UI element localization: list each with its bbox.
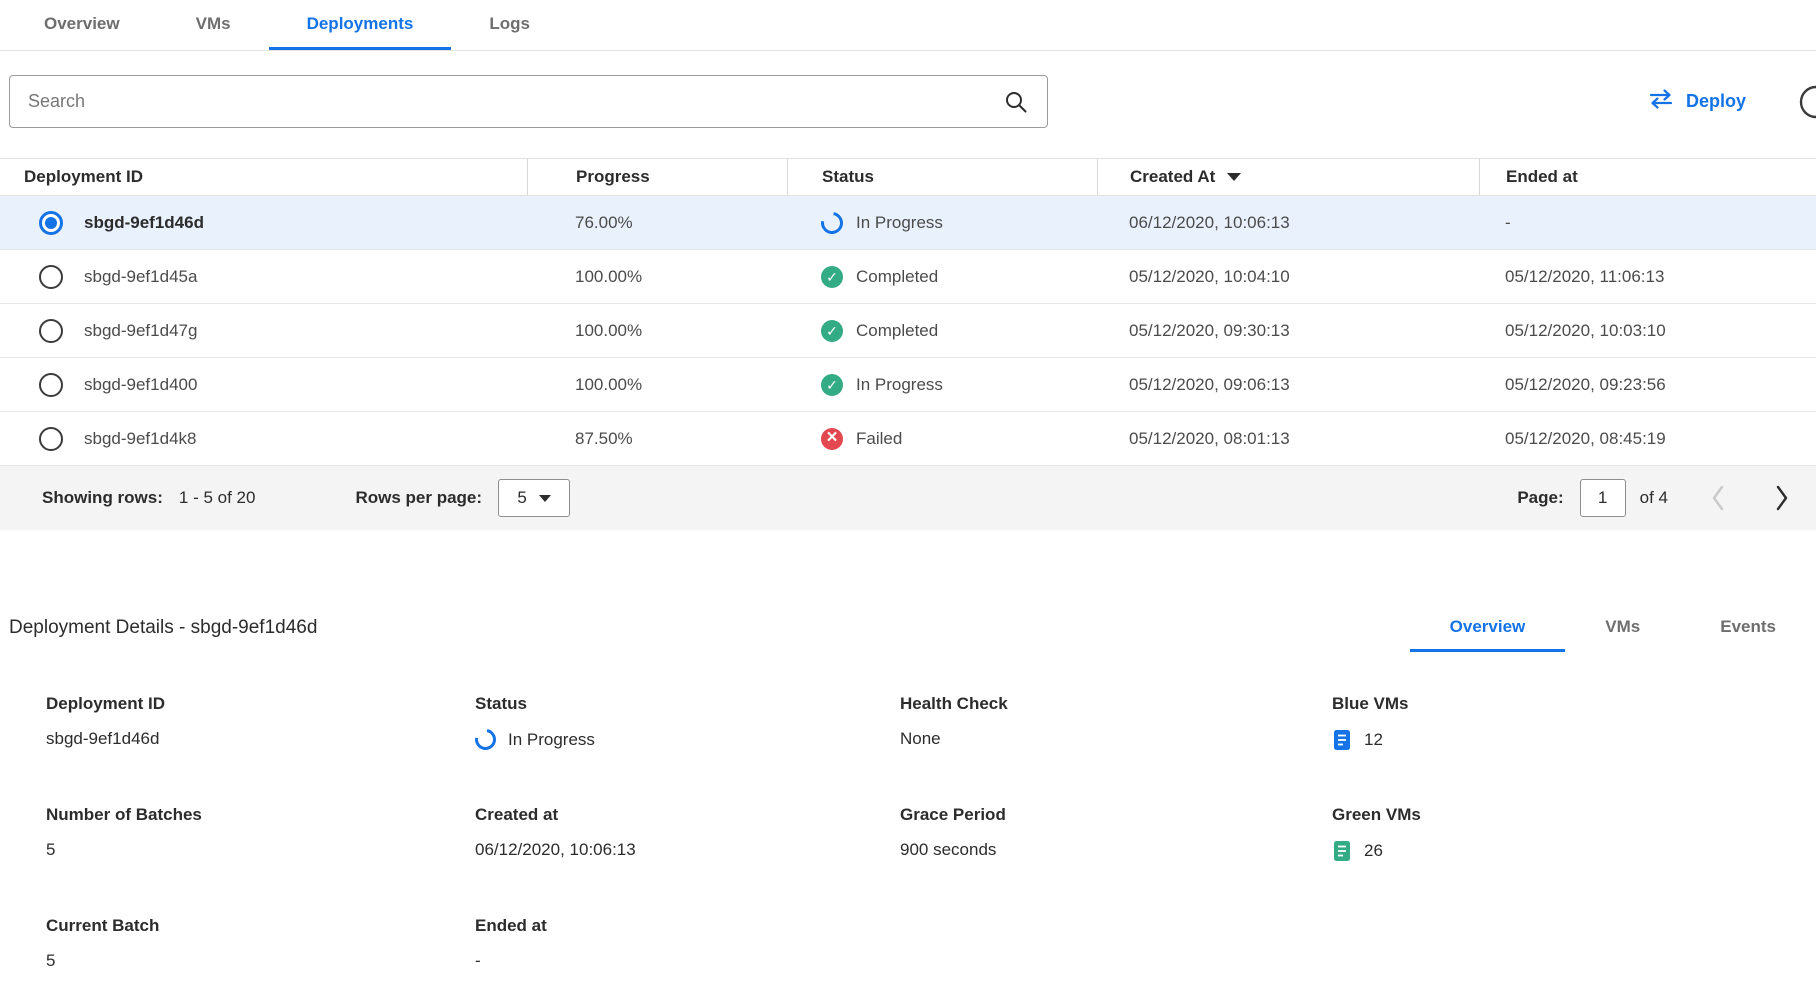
toolbar: Deploy — [0, 75, 1816, 128]
details-tab-overview[interactable]: Overview — [1410, 604, 1566, 652]
rows-per-page-label: Rows per page: — [355, 488, 482, 508]
page-total: of 4 — [1640, 488, 1668, 508]
column-header-progress: Progress — [527, 159, 787, 195]
next-page-button[interactable] — [1775, 484, 1790, 512]
field-number-of-batches: Number of Batches 5 — [46, 805, 475, 862]
blue-vm-icon — [1332, 729, 1352, 751]
column-header-status: Status — [787, 159, 1097, 195]
progress-value: 100.00% — [527, 267, 787, 287]
field-blue-vms: Blue VMs 12 — [1332, 694, 1816, 751]
deployments-page: Overview VMs Deployments Logs Deploy Dep… — [0, 0, 1816, 992]
ended-at-value: 05/12/2020, 11:06:13 — [1479, 267, 1816, 287]
field-created-at: Created at 06/12/2020, 10:06:13 — [475, 805, 900, 862]
table-row[interactable]: sbgd-9ef1d400 100.00% In Progress 05/12/… — [0, 358, 1816, 412]
status-icon — [821, 320, 843, 342]
search-input[interactable] — [28, 91, 1003, 112]
radio-button[interactable] — [39, 265, 63, 289]
rows-per-page-select[interactable]: 5 — [498, 479, 570, 517]
created-at-value: 05/12/2020, 09:06:13 — [1097, 375, 1479, 395]
field-deployment-id: Deployment ID sbgd-9ef1d46d — [46, 694, 475, 751]
table-row[interactable]: sbgd-9ef1d45a 100.00% Completed 05/12/20… — [0, 250, 1816, 304]
details-tab-vms[interactable]: VMs — [1565, 604, 1680, 652]
field-current-batch: Current Batch 5 — [46, 916, 475, 971]
status-label: In Progress — [856, 375, 943, 395]
radio-button[interactable] — [39, 211, 63, 235]
status-label: Completed — [856, 267, 938, 287]
ended-at-value: 05/12/2020, 10:03:10 — [1479, 321, 1816, 341]
radio-button[interactable] — [39, 427, 63, 451]
ended-at-value: - — [1479, 213, 1816, 233]
tab-overview[interactable]: Overview — [6, 0, 158, 50]
progress-value: 76.00% — [527, 213, 787, 233]
details-title: Deployment Details - sbgd-9ef1d46d — [9, 617, 317, 639]
table-header: Deployment ID Progress Status Created At… — [0, 158, 1816, 196]
deploy-icon — [1648, 89, 1674, 114]
deployment-id: sbgd-9ef1d4k8 — [84, 429, 196, 449]
search-icon — [1003, 89, 1029, 115]
details-header: Deployment Details - sbgd-9ef1d46d Overv… — [0, 604, 1816, 652]
field-grace-period: Grace Period 900 seconds — [900, 805, 1332, 862]
deployment-id: sbgd-9ef1d45a — [84, 267, 197, 287]
showing-rows-label: Showing rows: — [42, 488, 163, 508]
page-label: Page: — [1517, 488, 1563, 508]
refresh-icon[interactable] — [1797, 83, 1816, 121]
column-header-created-at[interactable]: Created At — [1097, 159, 1479, 195]
radio-button[interactable] — [39, 319, 63, 343]
green-vm-icon — [1332, 840, 1352, 862]
table-row[interactable]: sbgd-9ef1d4k8 87.50% Failed 05/12/2020, … — [0, 412, 1816, 466]
progress-value: 100.00% — [527, 321, 787, 341]
table-row[interactable]: sbgd-9ef1d47g 100.00% Completed 05/12/20… — [0, 304, 1816, 358]
status-icon — [821, 266, 843, 288]
details-tab-events[interactable]: Events — [1680, 604, 1816, 652]
field-green-vms: Green VMs 26 — [1332, 805, 1816, 862]
ended-at-value: 05/12/2020, 08:45:19 — [1479, 429, 1816, 449]
status-icon — [821, 428, 843, 450]
previous-page-button[interactable] — [1710, 484, 1725, 512]
details-tab-bar: Overview VMs Events — [1410, 604, 1816, 652]
page-number-input[interactable] — [1580, 479, 1626, 517]
page-controls: Page: of 4 — [1517, 479, 1790, 517]
deployment-id: sbgd-9ef1d400 — [84, 375, 197, 395]
search-box — [9, 75, 1048, 128]
progress-value: 100.00% — [527, 375, 787, 395]
status-label: In Progress — [856, 213, 943, 233]
field-status: Status In Progress — [475, 694, 900, 751]
deploy-label: Deploy — [1686, 91, 1746, 112]
deployment-id: sbgd-9ef1d46d — [84, 213, 204, 233]
column-header-deployment-id: Deployment ID — [0, 159, 527, 195]
progress-value: 87.50% — [527, 429, 787, 449]
table-footer: Showing rows: 1 - 5 of 20 Rows per page:… — [0, 466, 1816, 530]
sort-descending-icon — [1227, 173, 1241, 181]
status-icon — [821, 374, 843, 396]
field-ended-at: Ended at - — [475, 916, 900, 971]
tab-logs[interactable]: Logs — [451, 0, 568, 50]
created-at-value: 05/12/2020, 10:04:10 — [1097, 267, 1479, 287]
created-at-value: 05/12/2020, 08:01:13 — [1097, 429, 1479, 449]
deployment-id: sbgd-9ef1d47g — [84, 321, 197, 341]
deploy-button[interactable]: Deploy — [1648, 89, 1746, 114]
column-header-ended-at: Ended at — [1479, 159, 1816, 195]
radio-button[interactable] — [39, 373, 63, 397]
tab-vms[interactable]: VMs — [158, 0, 269, 50]
ended-at-value: 05/12/2020, 09:23:56 — [1479, 375, 1816, 395]
table-row[interactable]: sbgd-9ef1d46d 76.00% In Progress 06/12/2… — [0, 196, 1816, 250]
in-progress-spinner-icon — [471, 725, 500, 754]
status-label: Completed — [856, 321, 938, 341]
details-grid: Deployment ID sbgd-9ef1d46d Status In Pr… — [0, 694, 1816, 971]
deployments-table: Deployment ID Progress Status Created At… — [0, 158, 1816, 530]
created-at-value: 05/12/2020, 09:30:13 — [1097, 321, 1479, 341]
chevron-down-icon — [539, 495, 551, 502]
field-health-check: Health Check None — [900, 694, 1332, 751]
tab-deployments[interactable]: Deployments — [269, 0, 452, 50]
top-tab-bar: Overview VMs Deployments Logs — [0, 0, 1816, 51]
status-icon — [817, 207, 848, 238]
created-at-value: 06/12/2020, 10:06:13 — [1097, 213, 1479, 233]
showing-rows-value: 1 - 5 of 20 — [179, 488, 256, 508]
rows-per-page-value: 5 — [517, 488, 526, 508]
status-label: Failed — [856, 429, 902, 449]
